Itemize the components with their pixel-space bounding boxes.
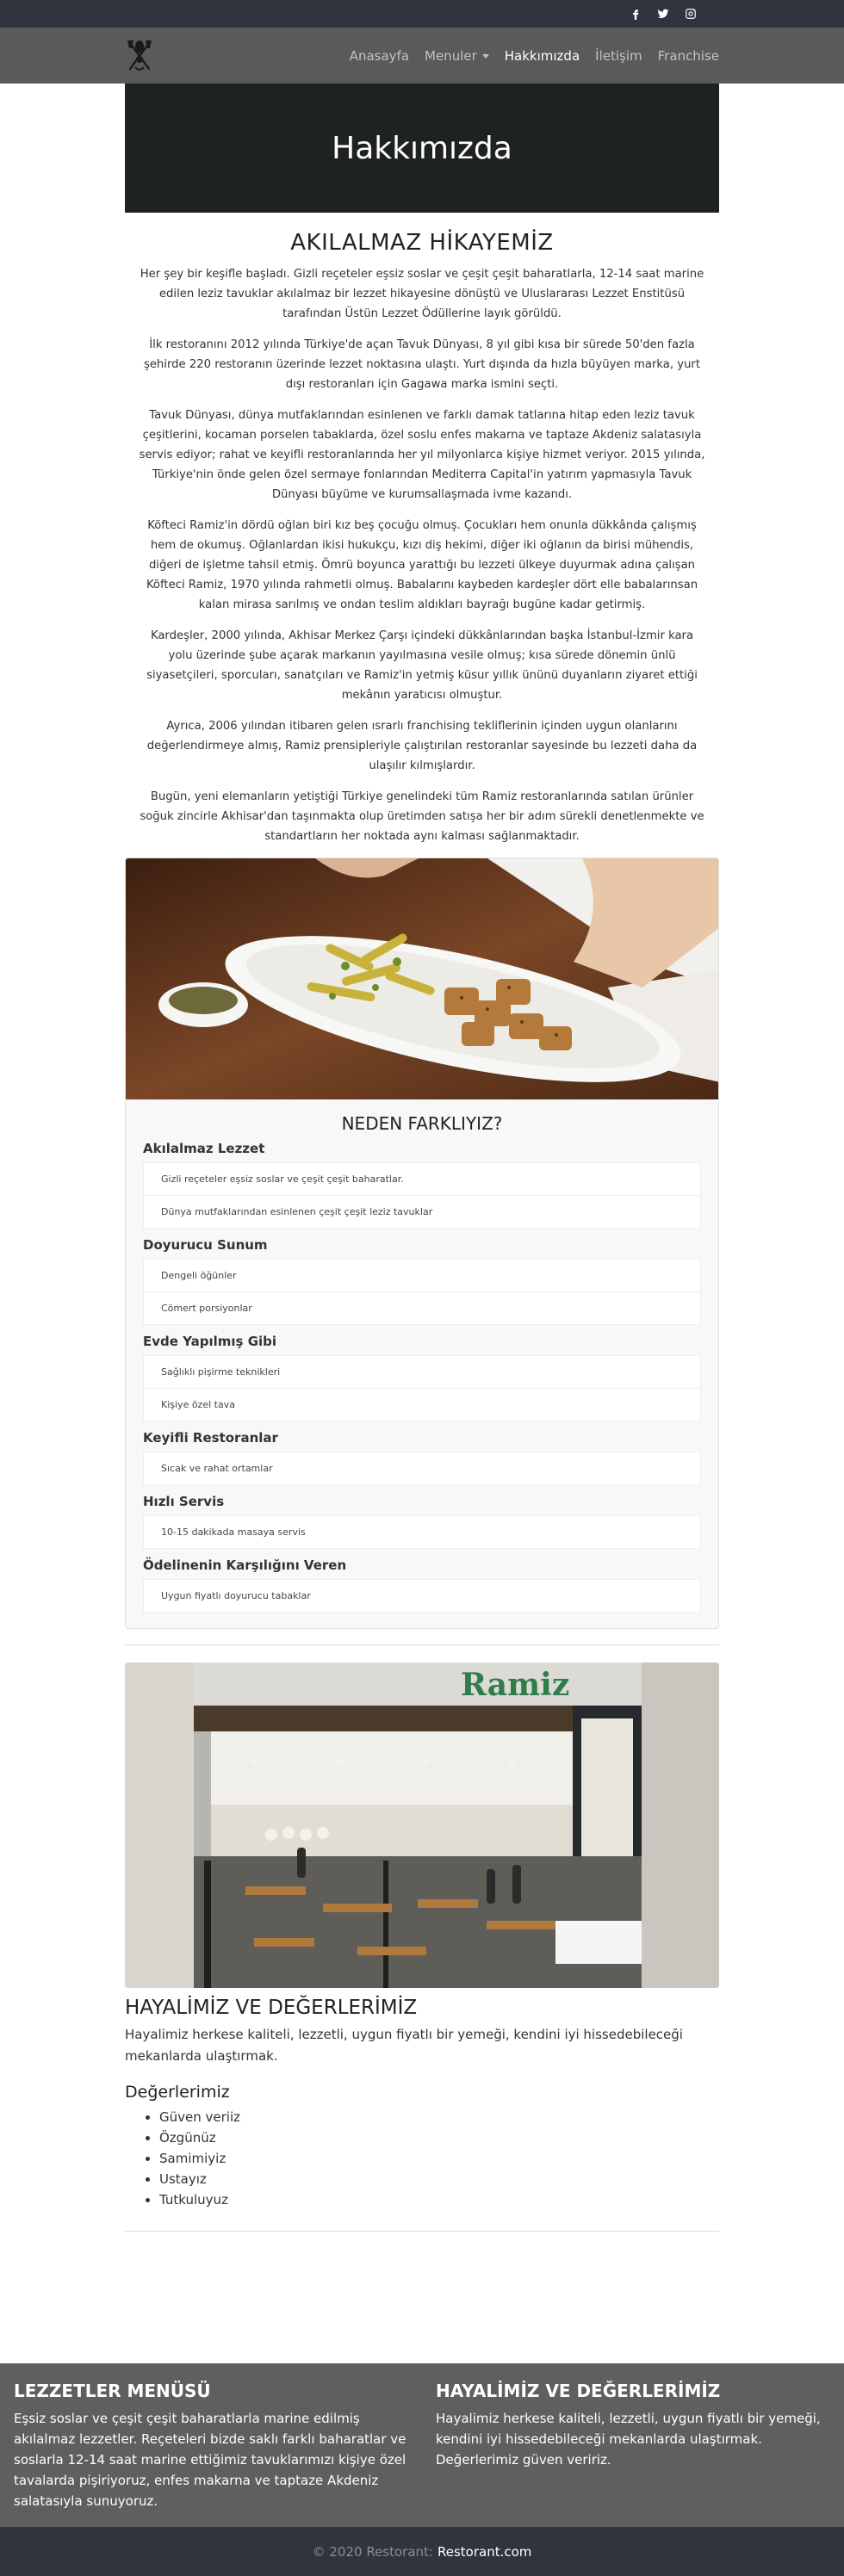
nav-anasayfa[interactable]: Anasayfa: [350, 48, 409, 64]
instagram-icon[interactable]: [684, 7, 698, 21]
footer-values-column: HAYALİMİZ VE DEĞERLERİMİZ Hayalimiz herk…: [436, 2381, 828, 2510]
feature-group-title: Hızlı Servis: [143, 1494, 225, 1509]
top-social-bar: [0, 0, 844, 28]
list-item: Sıcak ve rahat ortamlar: [143, 1452, 701, 1485]
list-item: Güven veriiz: [159, 2107, 719, 2127]
nav-menuler-dropdown[interactable]: Menuler: [425, 48, 489, 64]
list-item: Gizli reçeteler eşsiz soslar ve çeşit çe…: [143, 1162, 701, 1196]
nav-franchise[interactable]: Franchise: [658, 48, 719, 64]
list-item: Tutkuluyuz: [159, 2189, 719, 2210]
restaurant-sign: Ramiz: [461, 1667, 569, 1703]
story-paragraph: Bugün, yeni elemanların yetiştiği Türkiy…: [140, 790, 704, 843]
values-subtitle: Değerlerimiz: [125, 2083, 230, 2102]
story-section: AKILALMAZ HİKAYEMİZ Her şey bir keşifle …: [125, 213, 719, 846]
copyright-text: © 2020 Restorant:: [312, 2543, 433, 2560]
story-paragraph: Ayrıca, 2006 yılından itibaren gelen ısr…: [146, 720, 698, 772]
nav-iletisim[interactable]: İletişim: [595, 48, 642, 64]
values-title: HAYALİMİZ VE DEĞERLERİMİZ: [125, 1997, 418, 2019]
list-item: Dünya mutfaklarından esinlenen çeşit çeş…: [143, 1196, 701, 1229]
list-item: Özgünüz: [159, 2127, 719, 2148]
story-paragraph: Kardeşler, 2000 yılında, Akhisar Merkez …: [146, 629, 698, 702]
story-paragraph: Tavuk Dünyası, dünya mutfaklarından esin…: [139, 409, 705, 501]
nav-hakkimizda[interactable]: Hakkımızda: [505, 48, 580, 64]
footer-left-title: LEZZETLER MENÜSÜ: [14, 2381, 211, 2401]
page-hero: Hakkımızda: [125, 84, 719, 213]
story-paragraph: Her şey bir keşifle başladı. Gizli reçet…: [140, 268, 704, 320]
chevron-down-icon: [481, 53, 489, 59]
footer-right-title: HAYALİMİZ VE DEĞERLERİMİZ: [436, 2381, 721, 2401]
list-item: Sağlıklı pişirme teknikleri: [143, 1355, 701, 1389]
values-list: Güven veriiz Özgünüz Samimiyiz Ustayız T…: [125, 2107, 719, 2210]
story-title: AKILALMAZ HİKAYEMİZ: [290, 230, 554, 256]
main-navbar: Anasayfa Menuler Hakkımızda İletişim Fra…: [0, 28, 844, 84]
feature-group-title: Evde Yapılmış Gibi: [143, 1334, 277, 1349]
copyright-bar: © 2020 Restorant: Restorant.com: [0, 2527, 844, 2576]
divider: [125, 2231, 719, 2232]
values-section: HAYALİMİZ VE DEĞERLERİMİZ Hayalimiz herk…: [125, 1997, 719, 2210]
facebook-icon[interactable]: [629, 7, 642, 21]
footer-menu-column: LEZZETLER MENÜSÜ Eşsiz soslar ve çeşit ç…: [14, 2381, 406, 2510]
footer: LEZZETLER MENÜSÜ Eşsiz soslar ve çeşit ç…: [0, 2363, 844, 2527]
feature-group-title: Keyifli Restoranlar: [143, 1430, 278, 1446]
restaurant-image: Ramiz: [125, 1663, 719, 1988]
list-item: Cömert porsiyonlar: [143, 1292, 701, 1325]
nav-menuler-label: Menuler: [425, 47, 477, 64]
footer-right-text: Hayalimiz herkese kaliteli, lezzetli, uy…: [436, 2411, 821, 2468]
list-item: Ustayız: [159, 2169, 719, 2189]
logo-icon[interactable]: [125, 38, 154, 74]
feature-group-title: Akılalmaz Lezzet: [143, 1141, 265, 1156]
food-image: [126, 858, 718, 1099]
copyright-link[interactable]: Restorant.com: [438, 2544, 531, 2560]
list-item: Uygun fiyatlı doyurucu tabaklar: [143, 1579, 701, 1613]
values-text: Hayalimiz herkese kaliteli, lezzetli, uy…: [125, 2027, 683, 2064]
list-item: Kişiye özel tava: [143, 1389, 701, 1421]
feature-group-title: Doyurucu Sunum: [143, 1237, 268, 1253]
page-title: Hakkımızda: [332, 130, 512, 166]
feature-group-title: Ödelinenin Karşılığını Veren: [143, 1557, 347, 1573]
story-paragraph: İlk restoranını 2012 yılında Türkiye'de …: [143, 338, 701, 391]
story-paragraph: Köfteci Ramiz'in dördü oğlan biri kız be…: [146, 519, 698, 611]
list-item: Samimiyiz: [159, 2148, 719, 2169]
why-different-card: NEDEN FARKLIYIZ? Akılalmaz Lezzet Gizli …: [125, 858, 719, 1629]
twitter-icon[interactable]: [656, 7, 670, 21]
why-title: NEDEN FARKLIYIZ?: [341, 1113, 503, 1134]
list-item: 10-15 dakikada masaya servis: [143, 1515, 701, 1549]
footer-left-text: Eşsiz soslar ve çeşit çeşit baharatlarla…: [14, 2411, 406, 2509]
list-item: Dengeli öğünler: [143, 1259, 701, 1292]
divider: [125, 1644, 719, 1645]
